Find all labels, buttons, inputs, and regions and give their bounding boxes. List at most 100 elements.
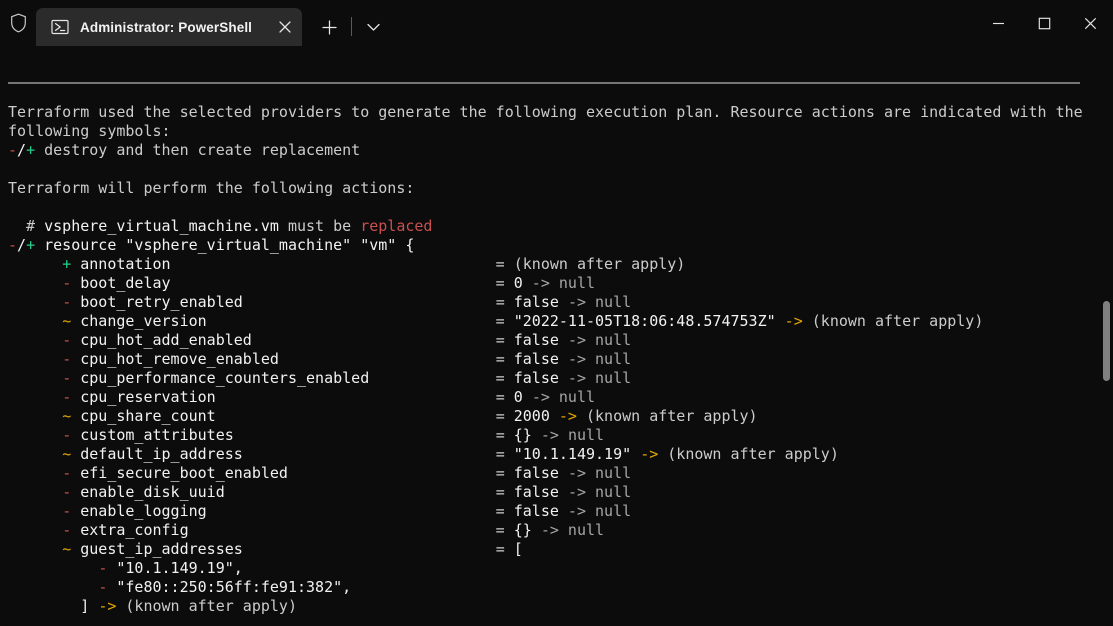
intro-line-2: following symbols: [8, 122, 171, 140]
title-bar: Administrator: PowerShell [0, 0, 1113, 46]
minimize-button[interactable] [975, 0, 1021, 46]
toolbar-divider [351, 17, 352, 36]
attribute-old-value: false [514, 331, 559, 349]
attribute-op: - [62, 426, 71, 444]
tab-title: Administrator: PowerShell [80, 20, 252, 35]
maximize-button[interactable] [1021, 0, 1067, 46]
attribute-equals: = [496, 388, 514, 406]
resource-comment-prefix: # [8, 217, 44, 235]
attribute-equals: = [496, 407, 514, 425]
attribute-new-value: null [559, 388, 595, 406]
list-item-op: - [98, 578, 107, 596]
list-close-bracket: ] [80, 597, 89, 615]
attribute-arrow: -> [568, 293, 586, 311]
list-item-value: "fe80::250:56ff:fe91:382", [116, 578, 351, 596]
attribute-new-value: null [595, 502, 631, 520]
legend-slash: / [17, 141, 26, 159]
attribute-equals: = [496, 312, 514, 330]
attribute-new-value: null [595, 369, 631, 387]
shield-icon [0, 0, 36, 46]
legend-minus: - [8, 141, 17, 159]
attribute-equals: = [496, 445, 514, 463]
attribute-op: - [62, 464, 71, 482]
powershell-icon [50, 18, 69, 37]
attribute-new-value: null [595, 293, 631, 311]
attribute-old-value: [ [514, 540, 523, 558]
list-item-value: "10.1.149.19", [116, 559, 242, 577]
attribute-old-value: "10.1.149.19" [514, 445, 631, 463]
resource-header-slash: / [17, 236, 26, 254]
attribute-name: change_version [80, 312, 206, 330]
attribute-old-value: false [514, 350, 559, 368]
attribute-arrow: -> [568, 464, 586, 482]
tab-dropdown-button[interactable] [355, 8, 391, 46]
attribute-old-value: false [514, 369, 559, 387]
resource-status-badge: replaced [360, 217, 432, 235]
legend-text: destroy and then create replacement [44, 141, 360, 159]
attribute-old-value: 0 [514, 274, 523, 292]
attribute-name: default_ip_address [80, 445, 243, 463]
new-tab-button[interactable] [310, 8, 348, 46]
resource-header-minus: - [8, 236, 17, 254]
close-window-button[interactable] [1067, 0, 1113, 46]
attribute-new-value: null [595, 331, 631, 349]
attribute-name: cpu_share_count [80, 407, 215, 425]
attribute-arrow: -> [568, 369, 586, 387]
attribute-arrow: -> [568, 483, 586, 501]
scrollbar-thumb[interactable] [1103, 301, 1110, 381]
tab-administrator-powershell[interactable]: Administrator: PowerShell [36, 8, 302, 46]
tab-close-icon[interactable] [268, 8, 302, 46]
attribute-new-value: null [595, 464, 631, 482]
attribute-op: + [62, 255, 71, 273]
terminal-viewport[interactable]: Terraform used the selected providers to… [0, 46, 1113, 626]
attribute-arrow: -> [568, 331, 586, 349]
legend-plus: + [26, 141, 35, 159]
console-output: Terraform used the selected providers to… [8, 103, 1083, 616]
list-item-op: - [98, 559, 107, 577]
attribute-equals: = [496, 540, 514, 558]
attribute-old-value: "2022-11-05T18:06:48.574753Z" [514, 312, 776, 330]
attribute-name: enable_logging [80, 502, 206, 520]
attribute-new-value: (known after apply) [586, 407, 758, 425]
attribute-op: - [62, 521, 71, 539]
attribute-arrow: -> [568, 502, 586, 520]
attribute-arrow: -> [541, 426, 559, 444]
attribute-arrow: -> [541, 521, 559, 539]
resource-header-text: resource "vsphere_virtual_machine" "vm" … [44, 236, 414, 254]
attribute-arrow: -> [568, 350, 586, 368]
vertical-scrollbar[interactable] [1097, 46, 1113, 626]
attribute-equals: = [496, 426, 514, 444]
attribute-op: - [62, 350, 71, 368]
attribute-op: ~ [62, 540, 71, 558]
attribute-arrow: -> [532, 388, 550, 406]
attribute-name: guest_ip_addresses [80, 540, 243, 558]
attribute-list: + annotation = (known after apply) - boo… [8, 255, 983, 615]
attribute-equals: = [496, 293, 514, 311]
attribute-op: - [62, 502, 71, 520]
attribute-arrow: -> [785, 312, 803, 330]
window-controls [975, 0, 1113, 46]
attribute-equals: = [496, 369, 514, 387]
attribute-op: - [62, 274, 71, 292]
attribute-equals: = [496, 255, 514, 273]
terminal-window: Administrator: PowerShell [0, 0, 1113, 626]
attribute-new-value: null [559, 274, 595, 292]
attribute-op: ~ [62, 407, 71, 425]
attribute-equals: = [496, 464, 514, 482]
list-close-value: (known after apply) [125, 597, 297, 615]
resource-header-plus: + [26, 236, 35, 254]
attribute-op: - [62, 293, 71, 311]
attribute-old-value: false [514, 502, 559, 520]
attribute-equals: = [496, 521, 514, 539]
attribute-op: - [62, 388, 71, 406]
horizontal-rule [8, 82, 1080, 84]
attribute-equals: = [496, 350, 514, 368]
attribute-equals: = [496, 274, 514, 292]
attribute-name: cpu_hot_add_enabled [80, 331, 252, 349]
intro-line-4: Terraform will perform the following act… [8, 179, 414, 197]
attribute-arrow: -> [640, 445, 658, 463]
attribute-new-value: null [568, 521, 604, 539]
list-close-arrow: -> [98, 597, 116, 615]
attribute-old-value: {} [514, 426, 532, 444]
attribute-name: cpu_performance_counters_enabled [80, 369, 369, 387]
